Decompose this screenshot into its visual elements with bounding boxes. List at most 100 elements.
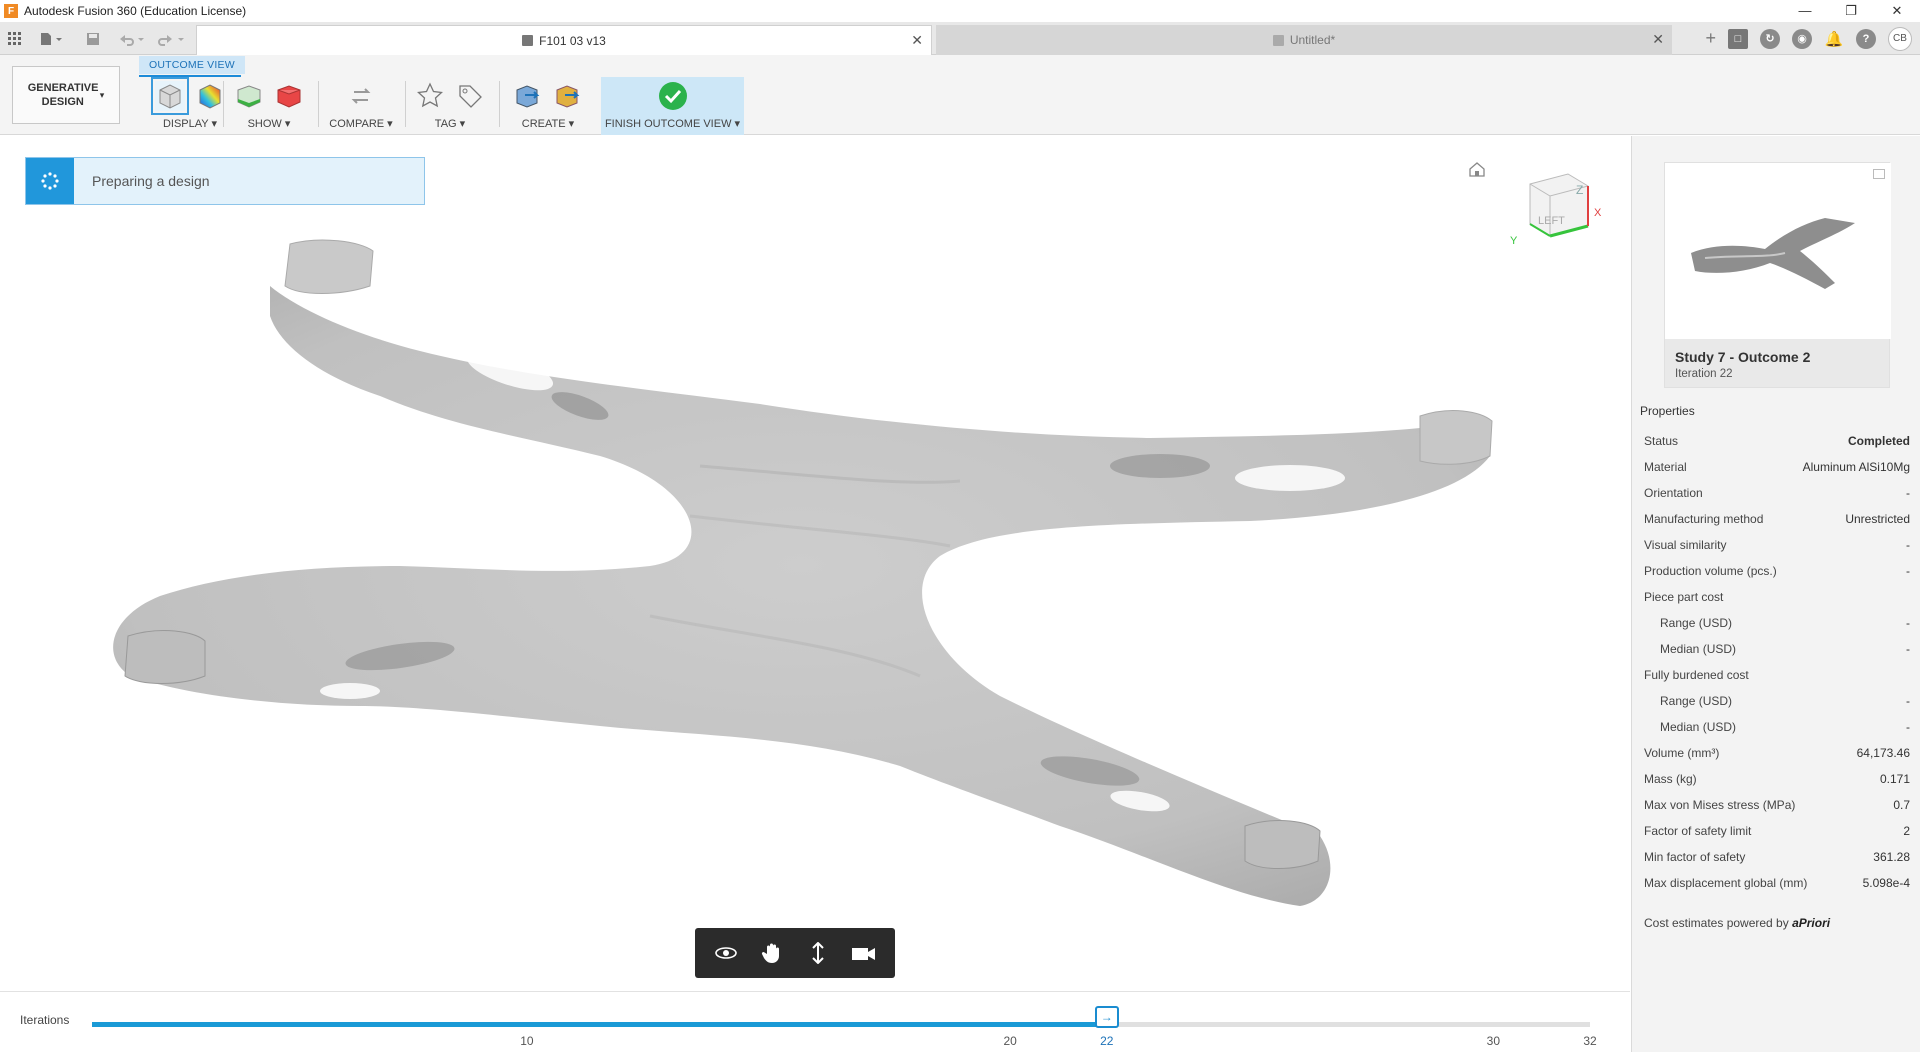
property-value: Unrestricted	[1845, 512, 1910, 526]
checkmark-icon[interactable]	[658, 81, 688, 111]
pan-hand-icon[interactable]	[757, 938, 787, 968]
restore-icon[interactable]: ❐	[1828, 0, 1874, 22]
iterations-slider-fill	[92, 1022, 1107, 1027]
save-icon[interactable]	[86, 22, 100, 55]
property-row: Median (USD) -	[1644, 714, 1910, 740]
window-title: Autodesk Fusion 360 (Education License)	[24, 4, 247, 18]
property-key: Max displacement global (mm)	[1644, 876, 1808, 890]
extensions-icon[interactable]: ◉	[1792, 28, 1812, 49]
iteration-tick-label: 10	[520, 1034, 534, 1048]
compare-arrows-icon[interactable]	[346, 81, 376, 111]
export-design-icon[interactable]	[553, 81, 583, 111]
chevron-down-icon: ▾	[284, 118, 291, 130]
finish-group: FINISH OUTCOME VIEW ▾	[601, 79, 744, 131]
header-icons: + □ ↻ ◉ 🔔 ? CB	[1705, 22, 1912, 55]
property-row: Mass (kg) 0.171	[1644, 766, 1910, 792]
app-grid-icon[interactable]	[8, 22, 22, 55]
close-window-icon[interactable]: ✕	[1874, 0, 1920, 22]
chat-icon[interactable]: □	[1728, 28, 1748, 49]
close-tab-icon[interactable]: ✕	[911, 32, 923, 49]
user-avatar[interactable]: CB	[1888, 26, 1912, 51]
stress-display-icon[interactable]	[195, 81, 225, 111]
iteration-slider-handle[interactable]: →	[1094, 1006, 1119, 1028]
tab-label: F101 03 v13	[539, 33, 606, 48]
property-value: -	[1906, 642, 1910, 656]
open-outcome-icon[interactable]	[1873, 169, 1885, 179]
tab-f101[interactable]: F101 03 v13 ✕	[196, 25, 932, 55]
property-value: 0.7	[1893, 798, 1910, 812]
iteration-tick-label: 22	[1100, 1034, 1114, 1048]
chevron-down-icon: ▾	[459, 118, 466, 130]
property-key: Material	[1644, 460, 1687, 474]
property-row: Factor of safety limit 2	[1644, 818, 1910, 844]
property-key: Median (USD)	[1660, 642, 1737, 656]
tag-icon[interactable]	[455, 81, 485, 111]
solid-display-icon[interactable]	[151, 77, 189, 115]
minimize-icon[interactable]: —	[1782, 0, 1828, 22]
tag-group: TAG ▾	[408, 79, 492, 131]
notifications-icon[interactable]: 🔔	[1824, 29, 1844, 49]
outcome-thumbnail-card[interactable]: Study 7 - Outcome 2 Iteration 22	[1664, 162, 1891, 388]
new-tab-icon[interactable]: +	[1705, 28, 1716, 49]
orbit-icon[interactable]	[711, 938, 741, 968]
undo-icon[interactable]	[118, 22, 146, 55]
property-key: Factor of safety limit	[1644, 824, 1752, 838]
chevron-down-icon: ▾	[734, 118, 741, 130]
property-value: Aluminum AlSi10Mg	[1802, 460, 1910, 474]
property-row: Median (USD) -	[1644, 636, 1910, 662]
property-row: Orientation -	[1644, 480, 1910, 506]
property-key: Min factor of safety	[1644, 850, 1746, 864]
workspace-switcher-button[interactable]: GENERATIVE DESIGN ▾	[12, 66, 120, 124]
fusion-logo-icon: F	[4, 4, 18, 18]
property-key: Volume (mm³)	[1644, 746, 1720, 760]
separator	[405, 81, 406, 127]
show-group: SHOW ▾	[225, 79, 313, 131]
document-icon	[1272, 34, 1284, 46]
iterations-slider[interactable]	[92, 1022, 1590, 1027]
property-value: -	[1906, 720, 1910, 734]
tab-underline	[139, 75, 241, 77]
property-row: Manufacturing method Unrestricted	[1644, 506, 1910, 532]
property-row: Range (USD) -	[1644, 610, 1910, 636]
tag-label: TAG	[434, 118, 457, 130]
property-value: -	[1906, 564, 1910, 578]
document-icon	[522, 35, 534, 46]
property-value: 5.098e-4	[1862, 876, 1910, 890]
show-menu[interactable]: SHOW ▾	[225, 117, 313, 130]
property-key: Mass (kg)	[1644, 772, 1697, 786]
job-status-icon[interactable]: ↻	[1760, 28, 1780, 49]
compare-menu[interactable]: COMPARE ▾	[322, 117, 400, 130]
file-menu-icon[interactable]	[40, 22, 62, 55]
show-green-body-icon[interactable]	[234, 81, 264, 111]
outcome-view-tab[interactable]: OUTCOME VIEW	[139, 56, 245, 74]
generative-design-model[interactable]	[0, 136, 1630, 991]
outcome-title: Study 7 - Outcome 2	[1675, 349, 1811, 365]
zoom-icon[interactable]	[803, 938, 833, 968]
favorite-star-icon[interactable]	[415, 81, 445, 111]
separator	[318, 81, 319, 127]
tab-label: Untitled*	[1289, 33, 1336, 47]
property-key: Max von Mises stress (MPa)	[1644, 798, 1796, 812]
property-row: Piece part cost	[1644, 584, 1910, 610]
finish-menu[interactable]: FINISH OUTCOME VIEW ▾	[601, 117, 744, 130]
create-menu[interactable]: CREATE ▾	[503, 117, 593, 130]
property-value: 361.28	[1873, 850, 1910, 864]
tag-menu[interactable]: TAG ▾	[408, 117, 492, 130]
cost-estimates-note: Cost estimates powered by aPriori	[1644, 916, 1830, 930]
property-value: -	[1906, 538, 1910, 552]
close-tab-icon[interactable]: ✕	[1652, 31, 1664, 48]
show-red-body-icon[interactable]	[274, 81, 304, 111]
show-label: SHOW	[247, 118, 282, 130]
create-design-icon[interactable]	[513, 81, 543, 111]
viewport-canvas[interactable]: Preparing a design LEFT Z X Y	[0, 136, 1630, 991]
iteration-tick-label: 20	[1003, 1034, 1017, 1048]
compare-label: COMPARE	[329, 118, 385, 130]
outcome-thumbnail-image	[1665, 163, 1891, 339]
property-row: Max von Mises stress (MPa) 0.7	[1644, 792, 1910, 818]
redo-icon[interactable]	[158, 22, 186, 55]
tab-untitled[interactable]: Untitled* ✕	[936, 25, 1672, 55]
navigation-toolbar	[695, 928, 895, 978]
camera-icon[interactable]	[849, 938, 879, 968]
help-icon[interactable]: ?	[1856, 28, 1876, 49]
property-value: -	[1906, 616, 1910, 630]
